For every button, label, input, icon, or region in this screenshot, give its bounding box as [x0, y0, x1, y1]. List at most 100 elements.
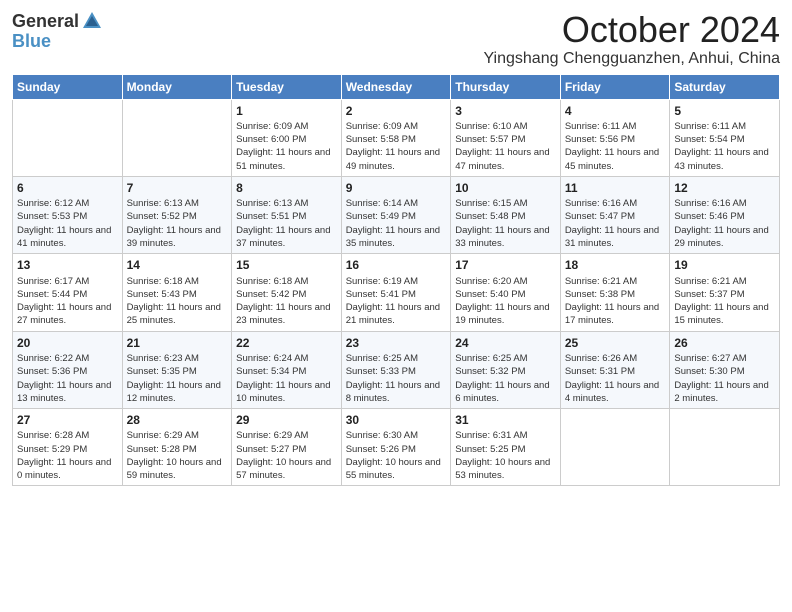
day-info: Sunrise: 6:16 AMSunset: 5:47 PMDaylight:…: [565, 197, 666, 250]
day-number: 10: [455, 180, 556, 196]
logo-general-text: General: [12, 12, 79, 30]
day-info: Sunrise: 6:20 AMSunset: 5:40 PMDaylight:…: [455, 275, 556, 328]
day-info: Sunrise: 6:25 AMSunset: 5:33 PMDaylight:…: [346, 352, 447, 405]
table-row: 24Sunrise: 6:25 AMSunset: 5:32 PMDayligh…: [451, 331, 561, 408]
day-info: Sunrise: 6:12 AMSunset: 5:53 PMDaylight:…: [17, 197, 118, 250]
table-row: 5Sunrise: 6:11 AMSunset: 5:54 PMDaylight…: [670, 99, 780, 176]
day-number: 11: [565, 180, 666, 196]
col-friday: Friday: [560, 74, 670, 99]
day-number: 14: [127, 257, 228, 273]
day-number: 5: [674, 103, 775, 119]
day-number: 7: [127, 180, 228, 196]
day-info: Sunrise: 6:11 AMSunset: 5:56 PMDaylight:…: [565, 120, 666, 173]
day-number: 15: [236, 257, 337, 273]
table-row: 16 Sunrise: 6:19 AMSunset: 5:41 PMDayligh…: [341, 254, 451, 331]
day-number: 21: [127, 335, 228, 351]
day-number: 16: [346, 257, 447, 273]
day-number: 3: [455, 103, 556, 119]
page: General Blue October 2024 Yingshang Chen…: [0, 0, 792, 612]
table-row: 23Sunrise: 6:25 AMSunset: 5:33 PMDayligh…: [341, 331, 451, 408]
title-block: October 2024 Yingshang Chengguanzhen, An…: [483, 10, 780, 68]
table-row: 25Sunrise: 6:26 AMSunset: 5:31 PMDayligh…: [560, 331, 670, 408]
calendar-week-row: 20Sunrise: 6:22 AMSunset: 5:36 PMDayligh…: [13, 331, 780, 408]
logo-blue-text: Blue: [12, 32, 51, 50]
day-info: Sunrise: 6:30 AMSunset: 5:26 PMDaylight:…: [346, 429, 447, 482]
day-number: 13: [17, 257, 118, 273]
day-number: 9: [346, 180, 447, 196]
col-tuesday: Tuesday: [232, 74, 342, 99]
day-info: Sunrise: 6:09 AMSunset: 5:58 PMDaylight:…: [346, 120, 447, 173]
calendar-table: Sunday Monday Tuesday Wednesday Thursday…: [12, 74, 780, 487]
logo-icon: [81, 10, 103, 32]
table-row: 8Sunrise: 6:13 AMSunset: 5:51 PMDaylight…: [232, 176, 342, 253]
table-row: 11Sunrise: 6:16 AMSunset: 5:47 PMDayligh…: [560, 176, 670, 253]
table-row: 28Sunrise: 6:29 AMSunset: 5:28 PMDayligh…: [122, 409, 232, 486]
calendar-week-row: 6Sunrise: 6:12 AMSunset: 5:53 PMDaylight…: [13, 176, 780, 253]
table-row: 2Sunrise: 6:09 AMSunset: 5:58 PMDaylight…: [341, 99, 451, 176]
table-row: 20Sunrise: 6:22 AMSunset: 5:36 PMDayligh…: [13, 331, 123, 408]
day-info: Sunrise: 6:17 AMSunset: 5:44 PMDaylight:…: [17, 275, 118, 328]
day-info: Sunrise: 6:13 AMSunset: 5:52 PMDaylight:…: [127, 197, 228, 250]
calendar-week-row: 13 Sunrise: 6:17 AMSunset: 5:44 PMDayligh…: [13, 254, 780, 331]
table-row: 26Sunrise: 6:27 AMSunset: 5:30 PMDayligh…: [670, 331, 780, 408]
table-row: 27Sunrise: 6:28 AMSunset: 5:29 PMDayligh…: [13, 409, 123, 486]
day-info: Sunrise: 6:27 AMSunset: 5:30 PMDaylight:…: [674, 352, 775, 405]
day-number: 18: [565, 257, 666, 273]
table-row: 21Sunrise: 6:23 AMSunset: 5:35 PMDayligh…: [122, 331, 232, 408]
table-row: 29Sunrise: 6:29 AMSunset: 5:27 PMDayligh…: [232, 409, 342, 486]
table-row: 10Sunrise: 6:15 AMSunset: 5:48 PMDayligh…: [451, 176, 561, 253]
table-row: 1Sunrise: 6:09 AMSunset: 6:00 PMDaylight…: [232, 99, 342, 176]
table-row: 9Sunrise: 6:14 AMSunset: 5:49 PMDaylight…: [341, 176, 451, 253]
day-info: Sunrise: 6:31 AMSunset: 5:25 PMDaylight:…: [455, 429, 556, 482]
day-number: 17: [455, 257, 556, 273]
day-info: Sunrise: 6:15 AMSunset: 5:48 PMDaylight:…: [455, 197, 556, 250]
day-number: 8: [236, 180, 337, 196]
table-row: 31Sunrise: 6:31 AMSunset: 5:25 PMDayligh…: [451, 409, 561, 486]
month-title: October 2024: [483, 10, 780, 50]
table-row: 12Sunrise: 6:16 AMSunset: 5:46 PMDayligh…: [670, 176, 780, 253]
day-info: Sunrise: 6:09 AMSunset: 6:00 PMDaylight:…: [236, 120, 337, 173]
table-row: 14 Sunrise: 6:18 AMSunset: 5:43 PMDayligh…: [122, 254, 232, 331]
calendar-week-row: 27Sunrise: 6:28 AMSunset: 5:29 PMDayligh…: [13, 409, 780, 486]
table-row: 15Sunrise: 6:18 AMSunset: 5:42 PMDayligh…: [232, 254, 342, 331]
table-row: 13 Sunrise: 6:17 AMSunset: 5:44 PMDayligh…: [13, 254, 123, 331]
day-info: Sunrise: 6:10 AMSunset: 5:57 PMDaylight:…: [455, 120, 556, 173]
day-info: Sunrise: 6:25 AMSunset: 5:32 PMDaylight:…: [455, 352, 556, 405]
col-saturday: Saturday: [670, 74, 780, 99]
day-info: Sunrise: 6:11 AMSunset: 5:54 PMDaylight:…: [674, 120, 775, 173]
day-info: Sunrise: 6:29 AMSunset: 5:28 PMDaylight:…: [127, 429, 228, 482]
table-row: 6Sunrise: 6:12 AMSunset: 5:53 PMDaylight…: [13, 176, 123, 253]
day-number: 23: [346, 335, 447, 351]
col-thursday: Thursday: [451, 74, 561, 99]
day-info: Sunrise: 6:18 AMSunset: 5:43 PMDaylight:…: [127, 275, 228, 328]
day-number: 29: [236, 412, 337, 428]
table-row: [670, 409, 780, 486]
location-title: Yingshang Chengguanzhen, Anhui, China: [483, 50, 780, 68]
day-number: 24: [455, 335, 556, 351]
table-row: 17 Sunrise: 6:20 AMSunset: 5:40 PMDayligh…: [451, 254, 561, 331]
table-row: [122, 99, 232, 176]
day-number: 1: [236, 103, 337, 119]
day-number: 22: [236, 335, 337, 351]
day-info: Sunrise: 6:23 AMSunset: 5:35 PMDaylight:…: [127, 352, 228, 405]
day-number: 4: [565, 103, 666, 119]
calendar-header-row: Sunday Monday Tuesday Wednesday Thursday…: [13, 74, 780, 99]
day-info: Sunrise: 6:21 AMSunset: 5:38 PMDaylight:…: [565, 275, 666, 328]
day-info: Sunrise: 6:16 AMSunset: 5:46 PMDaylight:…: [674, 197, 775, 250]
day-number: 25: [565, 335, 666, 351]
table-row: [13, 99, 123, 176]
day-info: Sunrise: 6:24 AMSunset: 5:34 PMDaylight:…: [236, 352, 337, 405]
table-row: 19Sunrise: 6:21 AMSunset: 5:37 PMDayligh…: [670, 254, 780, 331]
col-monday: Monday: [122, 74, 232, 99]
day-info: Sunrise: 6:13 AMSunset: 5:51 PMDaylight:…: [236, 197, 337, 250]
header: General Blue October 2024 Yingshang Chen…: [12, 10, 780, 68]
day-info: Sunrise: 6:28 AMSunset: 5:29 PMDaylight:…: [17, 429, 118, 482]
day-info: Sunrise: 6:19 AMSunset: 5:41 PMDaylight:…: [346, 275, 447, 328]
col-sunday: Sunday: [13, 74, 123, 99]
day-number: 12: [674, 180, 775, 196]
day-number: 26: [674, 335, 775, 351]
day-info: Sunrise: 6:21 AMSunset: 5:37 PMDaylight:…: [674, 275, 775, 328]
table-row: 7Sunrise: 6:13 AMSunset: 5:52 PMDaylight…: [122, 176, 232, 253]
day-info: Sunrise: 6:26 AMSunset: 5:31 PMDaylight:…: [565, 352, 666, 405]
calendar-week-row: 1Sunrise: 6:09 AMSunset: 6:00 PMDaylight…: [13, 99, 780, 176]
